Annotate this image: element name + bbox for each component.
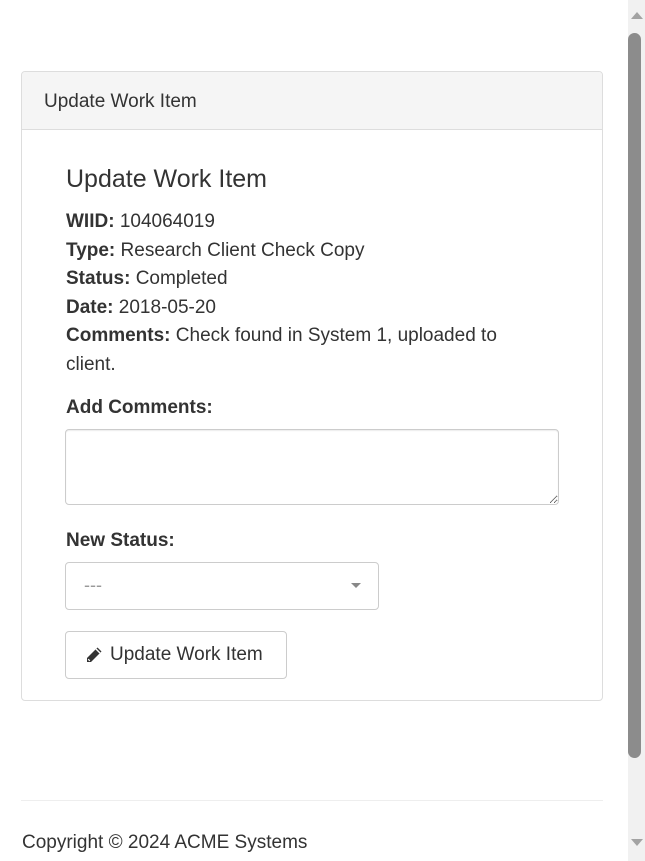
update-work-item-button-label: Update Work Item: [110, 644, 263, 665]
type-row: Type: Research Client Check Copy: [66, 237, 546, 266]
scroll-up-arrow-icon[interactable]: [631, 12, 643, 19]
date-row: Date: 2018-05-20: [66, 294, 546, 323]
status-label: Status:: [66, 268, 131, 290]
type-label: Type:: [66, 239, 116, 261]
vertical-scrollbar[interactable]: [628, 0, 645, 861]
work-item-details: WIID: 104064019 Type: Research Client Ch…: [66, 208, 546, 380]
new-status-selected-value: ---: [84, 575, 102, 595]
add-comments-label: Add Comments:: [66, 397, 213, 418]
date-value: 2018-05-20: [118, 296, 216, 318]
caret-down-icon: [351, 583, 361, 588]
wiid-label: WIID:: [66, 211, 115, 232]
status-row: Status: Completed: [66, 265, 546, 294]
page: Update Work Item Update Work Item WIID: …: [0, 0, 628, 861]
new-status-label: New Status:: [66, 530, 175, 551]
comments-label: Comments:: [66, 325, 171, 347]
new-status-select[interactable]: ---: [65, 562, 379, 610]
status-value: Completed: [135, 268, 228, 290]
date-label: Date:: [66, 296, 114, 318]
wiid-value: 104064019: [119, 211, 215, 232]
scroll-down-arrow-icon[interactable]: [631, 839, 643, 846]
type-value: Research Client Check Copy: [120, 239, 365, 261]
page-title: Update Work Item: [66, 165, 268, 193]
wiid-row: WIID: 104064019: [66, 208, 546, 237]
pencil-icon: [84, 645, 104, 665]
update-work-item-panel: Update Work Item Update Work Item WIID: …: [21, 71, 603, 701]
update-work-item-button[interactable]: Update Work Item: [65, 631, 287, 679]
add-comments-textarea[interactable]: [65, 429, 559, 505]
scrollbar-thumb[interactable]: [628, 33, 641, 758]
footer-copyright: Copyright © 2024 ACME Systems: [22, 832, 308, 853]
comments-row: Comments: Check found in System 1, uploa…: [66, 322, 546, 379]
footer-divider: [21, 800, 603, 801]
panel-heading: Update Work Item: [22, 72, 602, 130]
